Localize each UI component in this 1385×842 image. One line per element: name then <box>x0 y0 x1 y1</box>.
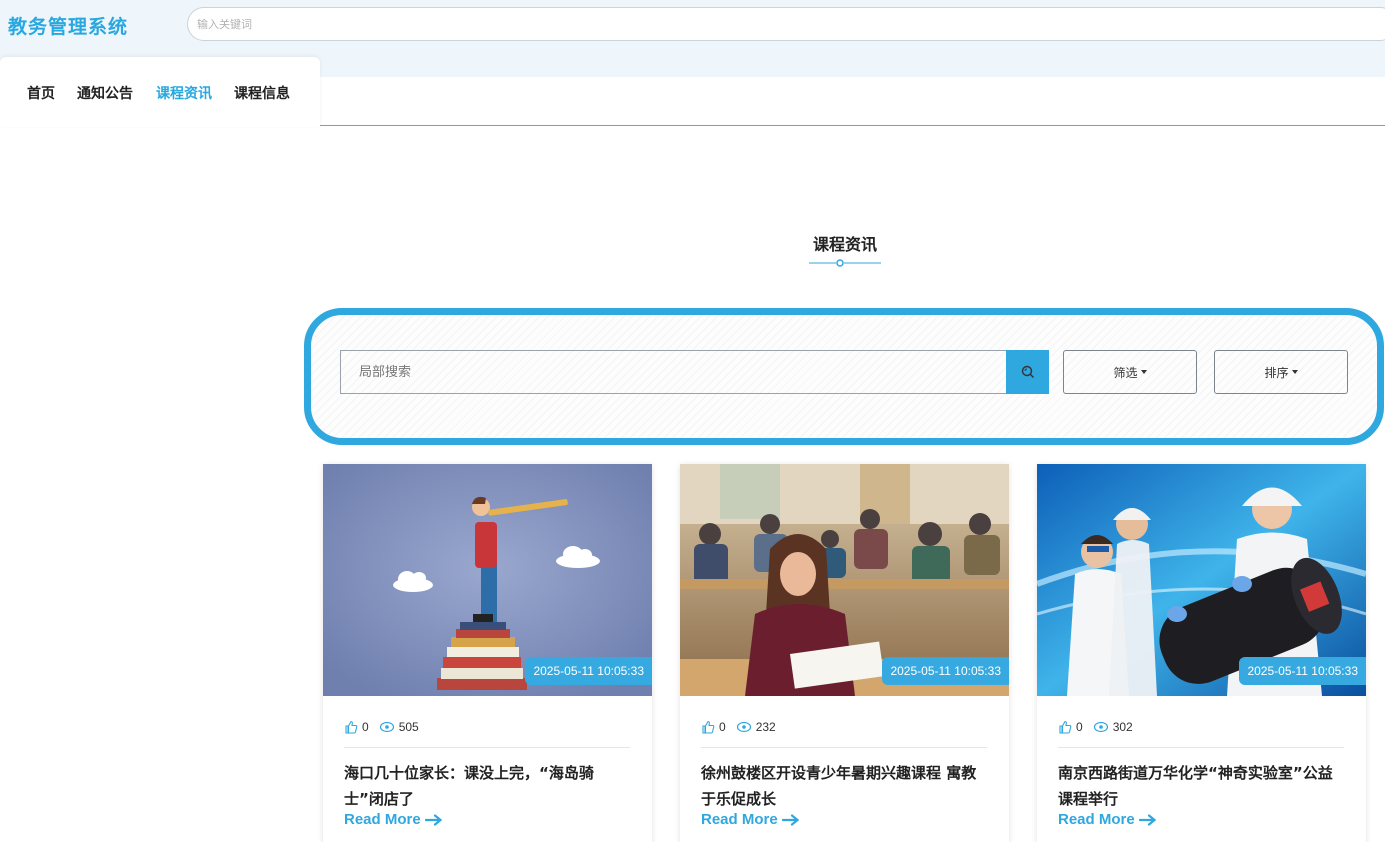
filter-dropdown[interactable]: 筛选 <box>1063 350 1197 394</box>
section-title: 课程资讯 <box>812 235 877 254</box>
read-more-label: Read More <box>1058 811 1135 828</box>
read-more-link[interactable]: Read More <box>1058 811 1157 828</box>
eye-icon <box>379 721 394 733</box>
sort-dropdown[interactable]: 排序 <box>1214 350 1348 394</box>
eye-icon <box>1093 721 1108 733</box>
like-count: 0 <box>719 720 726 734</box>
search-button[interactable] <box>1006 350 1049 394</box>
card-divider <box>1058 747 1344 748</box>
read-more-label: Read More <box>701 811 778 828</box>
arrow-right-icon <box>424 813 442 826</box>
news-card[interactable]: 2025-05-11 10:05:33 0 505 海口几十位家长：课没上完，“… <box>323 464 652 842</box>
news-card-image[interactable]: 2025-05-11 10:05:33 <box>680 464 1009 696</box>
read-more-link[interactable]: Read More <box>344 811 443 828</box>
card-stats: 0 505 <box>344 720 429 734</box>
nav-item-home[interactable]: 首页 <box>27 83 55 103</box>
sort-label: 排序 <box>1264 365 1289 380</box>
card-stats: 0 232 <box>701 720 786 734</box>
like-count: 0 <box>1076 720 1083 734</box>
view-count: 505 <box>398 720 419 734</box>
nav-item-course-info[interactable]: 课程信息 <box>234 83 290 103</box>
date-badge: 2025-05-11 10:05:33 <box>1239 657 1366 685</box>
nav-item-course-news[interactable]: 课程资讯 <box>156 83 212 103</box>
news-card[interactable]: 2025-05-11 10:05:33 0 232 徐州鼓楼区开设青少年暑期兴趣… <box>680 464 1009 842</box>
card-title[interactable]: 徐州鼓楼区开设青少年暑期兴趣课程 寓教于乐促成长 <box>701 760 981 812</box>
filter-label: 筛选 <box>1113 365 1138 380</box>
thumbs-up-icon[interactable] <box>701 720 715 734</box>
chevron-down-icon <box>1140 370 1147 374</box>
nav-item-notices[interactable]: 通知公告 <box>77 83 133 103</box>
thumbs-up-icon[interactable] <box>344 720 358 734</box>
card-title[interactable]: 南京西路街道万华化学“神奇实验室”公益课程举行 <box>1058 760 1338 812</box>
arrow-right-icon <box>781 813 799 826</box>
local-search-input[interactable] <box>340 350 1006 394</box>
global-search-input[interactable] <box>187 7 1385 41</box>
news-card-image[interactable]: 2025-05-11 10:05:33 <box>1037 464 1366 696</box>
chevron-down-icon <box>1291 370 1298 374</box>
card-divider <box>344 747 630 748</box>
title-divider-icon <box>809 259 881 267</box>
news-card[interactable]: 2025-05-11 10:05:33 0 302 南京西路街道万华化学“神奇实… <box>1037 464 1366 842</box>
card-divider <box>701 747 987 748</box>
search-icon <box>1021 365 1034 378</box>
brand-title: 教务管理系统 <box>8 16 129 38</box>
read-more-link[interactable]: Read More <box>701 811 800 828</box>
view-count: 302 <box>1112 720 1133 734</box>
card-title[interactable]: 海口几十位家长：课没上完，“海岛骑士”闭店了 <box>344 760 624 812</box>
read-more-label: Read More <box>344 811 421 828</box>
view-count: 232 <box>755 720 776 734</box>
like-count: 0 <box>362 720 369 734</box>
date-badge: 2025-05-11 10:05:33 <box>525 657 652 685</box>
news-card-image[interactable]: 2025-05-11 10:05:33 <box>323 464 652 696</box>
date-badge: 2025-05-11 10:05:33 <box>882 657 1009 685</box>
thumbs-up-icon[interactable] <box>1058 720 1072 734</box>
arrow-right-icon <box>1138 813 1156 826</box>
card-stats: 0 302 <box>1058 720 1143 734</box>
eye-icon <box>736 721 751 733</box>
